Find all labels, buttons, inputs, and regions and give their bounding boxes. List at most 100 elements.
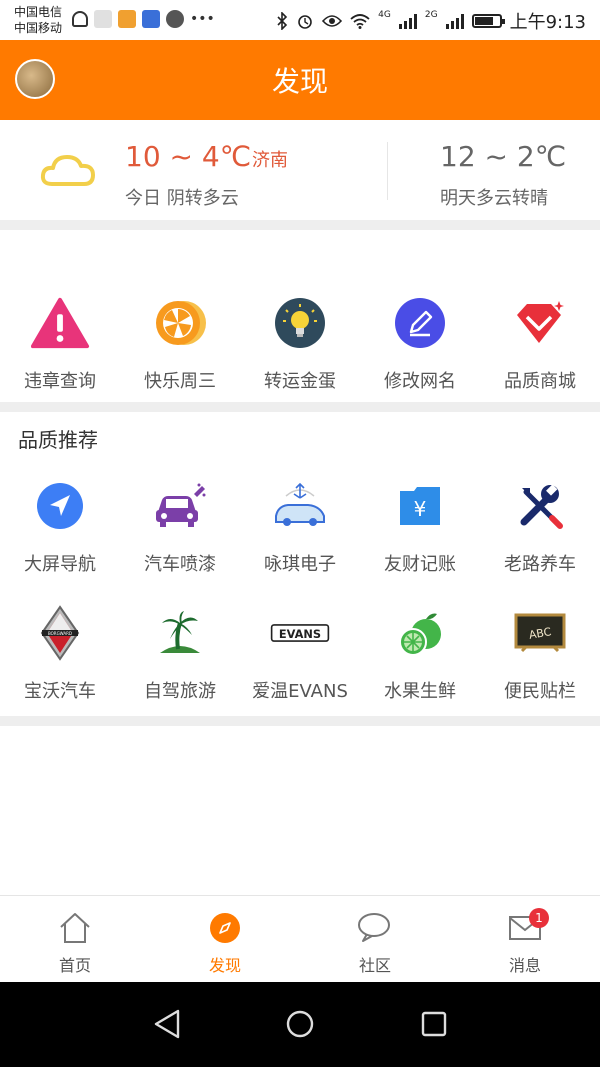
clock: 上午9:13 — [509, 12, 586, 33]
svg-text:¥: ¥ — [414, 497, 427, 521]
car-paint-icon — [156, 483, 206, 527]
recommend-fruit-fresh[interactable]: 水果生鲜 — [360, 603, 480, 703]
feature-row: 违章查询 快乐周三 转运金蛋 修改网名 品质商城 — [0, 293, 600, 393]
recommend-self-drive-travel[interactable]: 自驾旅游 — [120, 603, 240, 703]
tab-label: 首页 — [58, 956, 91, 975]
tab-home[interactable]: 首页 — [0, 896, 150, 983]
tomorrow-description: 明天多云转晴 — [440, 188, 548, 209]
tab-label: 发现 — [208, 956, 241, 975]
feature-quality-mall[interactable]: 品质商城 — [480, 293, 600, 393]
system-status-icons: 4G 2G 上午9:13 — [276, 8, 586, 34]
section-title-recommend: 品质推荐 — [18, 428, 98, 452]
signal-2g-icon — [445, 13, 464, 29]
page-title: 发现 — [271, 65, 328, 98]
lightbulb-icon — [275, 298, 325, 348]
today-description: 今日 阴转多云 — [125, 188, 239, 209]
recommend-yongqi-electronics[interactable]: 咏琪电子 — [240, 476, 360, 576]
feature-label: 修改网名 — [384, 371, 456, 392]
recommend-label: 老路养车 — [504, 554, 576, 575]
evans-logo-text: EVANS — [279, 627, 321, 641]
recommend-big-screen-nav[interactable]: 大屏导航 — [0, 476, 120, 576]
feature-label: 品质商城 — [504, 371, 576, 392]
compass-icon — [210, 913, 240, 943]
chalkboard-icon: ABC — [514, 613, 566, 653]
recommend-evans[interactable]: EVANS 爱温EVANS — [240, 603, 360, 703]
battery-icon — [471, 14, 505, 28]
city-name: 济南 — [252, 150, 288, 171]
tab-community[interactable]: 社区 — [300, 896, 450, 983]
tab-messages[interactable]: 1 消息 — [450, 896, 600, 983]
status-bar: 中国电信 中国移动 ••• 4G 2G 上午9:13 — [0, 0, 600, 40]
recents-square-icon[interactable] — [420, 1008, 448, 1040]
net-2g-label: 2G — [424, 10, 438, 20]
car-electronics-icon — [275, 482, 325, 526]
system-nav-bar — [0, 982, 600, 1067]
edit-pencil-icon — [395, 298, 445, 348]
recommend-label: 大屏导航 — [24, 554, 96, 575]
carrier-info: 中国电信 中国移动 — [14, 4, 62, 36]
carrier-2: 中国移动 — [14, 21, 63, 35]
navigation-arrow-icon — [37, 483, 83, 529]
signal-4g-icon — [398, 13, 417, 29]
baidu-app-icon — [142, 10, 160, 28]
recommend-label: 宝沃汽车 — [24, 681, 96, 702]
map-pin-app-icon — [94, 10, 112, 28]
bluetooth-icon — [277, 12, 288, 30]
eye-icon — [322, 15, 343, 27]
wechat-icon — [166, 10, 184, 28]
recommend-bulletin-board[interactable]: ABC 便民贴栏 — [480, 603, 600, 703]
cloudy-weather-icon — [40, 155, 95, 186]
today-temperature: 10 ~ 4℃ — [125, 140, 252, 173]
recommend-label: 咏琪电子 — [264, 554, 336, 575]
feature-violation-query[interactable]: 违章查询 — [0, 293, 120, 393]
recommend-label: 友财记账 — [384, 554, 456, 575]
feature-happy-wednesday[interactable]: 快乐周三 — [120, 293, 240, 393]
recommend-youcai-accounting[interactable]: ¥ 友财记账 — [360, 476, 480, 576]
net-4g-label: 4G — [378, 10, 391, 20]
carrier-1: 中国电信 — [14, 5, 63, 19]
home-icon — [60, 913, 90, 943]
tab-label: 社区 — [358, 956, 391, 975]
section-divider — [0, 716, 600, 726]
tab-label: 消息 — [508, 956, 541, 975]
tomorrow-temperature: 12 ~ 2℃ — [440, 140, 567, 173]
evans-logo-icon: EVANS — [270, 624, 330, 642]
weather-divider — [387, 142, 388, 200]
feature-label: 违章查询 — [24, 371, 96, 392]
recommend-laolu-car-care[interactable]: 老路养车 — [480, 476, 600, 576]
recommend-label: 自驾旅游 — [144, 681, 216, 702]
recommend-row-1: 大屏导航 汽车喷漆 咏琪电子 ¥ 友财记账 老路养车 — [0, 476, 600, 576]
borgward-logo-icon: BORGWARD — [40, 605, 80, 661]
svg-text:BORGWARD: BORGWARD — [48, 631, 72, 636]
recommend-car-paint[interactable]: 汽车喷漆 — [120, 476, 240, 576]
wrench-tools-icon — [520, 484, 563, 529]
orange-slice-icon — [156, 301, 206, 345]
feature-label: 快乐周三 — [144, 371, 216, 392]
tab-discover[interactable]: 发现 — [150, 896, 300, 983]
feature-label: 转运金蛋 — [264, 371, 336, 392]
recommend-label: 便民贴栏 — [504, 681, 576, 702]
citrus-fruit-icon — [399, 613, 441, 656]
home-circle-icon[interactable] — [285, 1008, 315, 1040]
back-icon[interactable] — [152, 1008, 182, 1040]
wifi-icon — [350, 14, 370, 29]
notification-icons: ••• — [72, 10, 215, 28]
unread-badge: 1 — [529, 908, 549, 928]
feature-lucky-egg[interactable]: 转运金蛋 — [240, 293, 360, 393]
recommend-label: 汽车喷漆 — [144, 554, 216, 575]
diamond-heart-icon — [517, 301, 564, 343]
feature-edit-nickname[interactable]: 修改网名 — [360, 293, 480, 393]
yen-wallet-icon: ¥ — [400, 487, 440, 525]
weather-card[interactable]: 10 ~ 4℃ 济南 今日 阴转多云 12 ~ 2℃ 明天多云转晴 — [0, 120, 600, 220]
bottom-tab-bar: 首页 发现 社区 1 消息 — [0, 895, 600, 983]
mail-app-icon — [118, 10, 136, 28]
recommend-borgward[interactable]: BORGWARD 宝沃汽车 — [0, 603, 120, 703]
headset-icon — [72, 11, 88, 27]
warning-icon — [30, 297, 90, 349]
section-divider — [0, 220, 600, 230]
more-dots-icon: ••• — [190, 11, 215, 27]
recommend-label: 爱温EVANS — [252, 681, 348, 702]
recommend-row-2: BORGWARD 宝沃汽车 自驾旅游 EVANS 爱温EVANS 水果生鲜 AB… — [0, 603, 600, 703]
section-divider — [0, 402, 600, 412]
alarm-icon — [298, 15, 312, 29]
